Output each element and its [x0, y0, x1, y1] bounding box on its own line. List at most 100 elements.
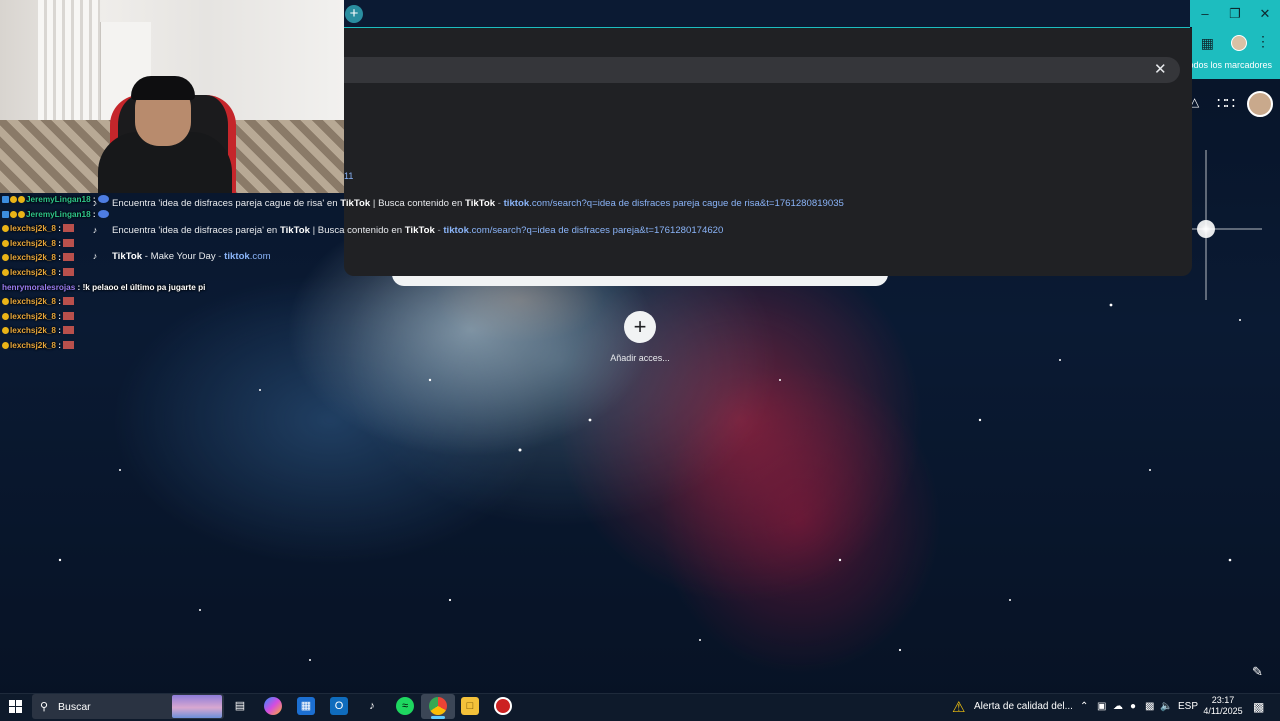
- suggestion-text: .com/search?q=idea de disfraces pareja c…: [529, 198, 844, 209]
- profile-icon[interactable]: [1231, 35, 1247, 51]
- store-icon[interactable]: ▦: [297, 697, 315, 715]
- suggestion-text: TikTok: [404, 225, 435, 236]
- suggestion-text: tiktok: [503, 198, 530, 209]
- chat-badge-icon: [10, 196, 17, 203]
- minimize-button[interactable]: –: [1190, 0, 1220, 27]
- new-tab-button[interactable]: +: [345, 5, 363, 23]
- chat-message: henrymoralesrojas : !k pelaoo el último …: [2, 281, 332, 296]
- restore-button[interactable]: ❐: [1220, 0, 1250, 27]
- chat-separator: :: [55, 297, 64, 307]
- chat-badge-icon: [2, 298, 9, 306]
- all-bookmarks-button[interactable]: Todos los marcadores: [1184, 60, 1272, 70]
- search-highlight-image: [172, 695, 222, 718]
- webcam-overlay: [0, 0, 344, 193]
- chat-username: lexchsj2k_8: [10, 267, 56, 277]
- chat-badge-icon: [2, 225, 9, 233]
- outlook-icon[interactable]: O: [330, 697, 348, 715]
- suggestion-text: | Busca contenido en: [370, 198, 466, 209]
- chat-badge-icon: [18, 196, 25, 203]
- chat-emote-icon: [63, 311, 75, 320]
- warning-icon[interactable]: ⚠: [952, 698, 965, 716]
- chat-username: lexchsj2k_8: [10, 253, 56, 263]
- active-app-indicator: [431, 716, 445, 719]
- chat-username: lexchsj2k_8: [10, 224, 56, 234]
- task-view-icon[interactable]: ▤: [231, 697, 249, 715]
- search-icon: ⚲: [40, 701, 49, 713]
- add-shortcut-button[interactable]: +: [624, 311, 656, 343]
- chat-message: JeremyLingan18 :: [2, 208, 332, 223]
- chat-badge-icon: [2, 196, 9, 203]
- network-icon[interactable]: ▩: [1145, 701, 1154, 712]
- chat-message: JeremyLingan18 :: [2, 193, 332, 208]
- chat-emote-icon: [97, 209, 109, 218]
- clock[interactable]: 23:17 4/11/2025: [1200, 695, 1246, 717]
- tray-chevron-icon[interactable]: ⌃: [1080, 701, 1088, 712]
- chat-separator: :: [55, 238, 64, 248]
- chat-separator: :: [75, 282, 83, 292]
- suggestion-text: tiktok: [443, 225, 469, 236]
- chat-separator: :: [90, 209, 98, 219]
- apps-grid-icon[interactable]: ∷∷: [1217, 94, 1235, 112]
- chat-badge-icon: [2, 341, 9, 349]
- window-controls: – ❐ ✕: [1190, 0, 1280, 27]
- menu-dots-icon[interactable]: ⋮: [1256, 33, 1270, 50]
- onedrive-icon[interactable]: ☁: [1113, 701, 1123, 712]
- copilot-icon[interactable]: [264, 697, 282, 715]
- chat-emote-icon: [97, 195, 109, 203]
- input-language[interactable]: ESP: [1178, 701, 1198, 712]
- file-explorer-icon[interactable]: □: [461, 697, 479, 715]
- omnibox-clear-icon[interactable]: ✕: [1154, 60, 1167, 78]
- notification-icon[interactable]: ▩: [1253, 700, 1264, 714]
- omnibox-fragment: 11: [344, 171, 354, 181]
- chat-username: lexchsj2k_8: [10, 340, 56, 350]
- chat-badge-icon: [10, 210, 17, 218]
- chat-username: lexchsj2k_8: [10, 311, 56, 321]
- suggestion-text: TikTok: [340, 198, 371, 209]
- clock-time: 23:17: [1211, 695, 1235, 705]
- suggestion-text: -: [495, 198, 504, 209]
- chat-badge-icon: [2, 268, 9, 276]
- obs-icon[interactable]: [494, 697, 512, 715]
- chat-username: lexchsj2k_8: [10, 326, 56, 336]
- chat-separator: :: [55, 311, 64, 321]
- chat-separator: :: [55, 340, 64, 350]
- chat-separator: :: [55, 267, 64, 277]
- chat-separator: :: [55, 253, 64, 263]
- chat-emote-icon: [63, 238, 75, 247]
- chat-badge-icon: [2, 239, 9, 247]
- chat-text: !k pelaoo el último pa jugarte pi: [82, 282, 206, 292]
- chat-badge-icon: [2, 327, 9, 335]
- chat-username: henrymoralesrojas: [2, 282, 76, 292]
- chat-emote-icon: [63, 340, 75, 349]
- chat-message: lexchsj2k_8 :: [2, 295, 332, 310]
- account-avatar[interactable]: [1247, 91, 1273, 117]
- close-window-button[interactable]: ✕: [1250, 0, 1280, 27]
- chat-emote-icon: [63, 224, 75, 233]
- chat-separator: :: [55, 224, 64, 234]
- chat-separator: :: [55, 326, 64, 336]
- microphone-icon[interactable]: ●: [1130, 701, 1136, 712]
- alert-notification[interactable]: Alerta de calidad del...: [974, 701, 1073, 712]
- add-shortcut-label: Añadir acces...: [610, 353, 670, 363]
- customize-pencil-icon[interactable]: ✎: [1252, 664, 1263, 680]
- extensions-icon[interactable]: ▦: [1201, 35, 1214, 52]
- chat-message: lexchsj2k_8 :: [2, 266, 332, 281]
- chat-badge-icon: [2, 210, 9, 218]
- chat-badge-icon: [2, 312, 9, 320]
- chat-message: lexchsj2k_8 :: [2, 237, 332, 252]
- suggestion-text: TikTok: [465, 198, 496, 209]
- chat-username: lexchsj2k_8: [10, 297, 56, 307]
- chat-username: JeremyLingan18: [26, 209, 91, 219]
- spotify-icon[interactable]: ≈: [396, 697, 414, 715]
- omnibox-input[interactable]: [344, 57, 1180, 83]
- chat-message: lexchsj2k_8 :: [2, 324, 332, 339]
- chrome-icon: [429, 697, 447, 715]
- webcam-curtain: [38, 0, 100, 130]
- chat-username: JeremyLingan18: [26, 195, 91, 204]
- chat-message: lexchsj2k_8 :: [2, 222, 332, 237]
- volume-icon[interactable]: 🔈: [1160, 701, 1172, 712]
- chat-emote-icon: [63, 267, 75, 276]
- windows-start-icon[interactable]: [9, 700, 23, 714]
- tiktok-icon[interactable]: ♪: [363, 697, 381, 715]
- tray-app-icon[interactable]: ▣: [1097, 701, 1106, 712]
